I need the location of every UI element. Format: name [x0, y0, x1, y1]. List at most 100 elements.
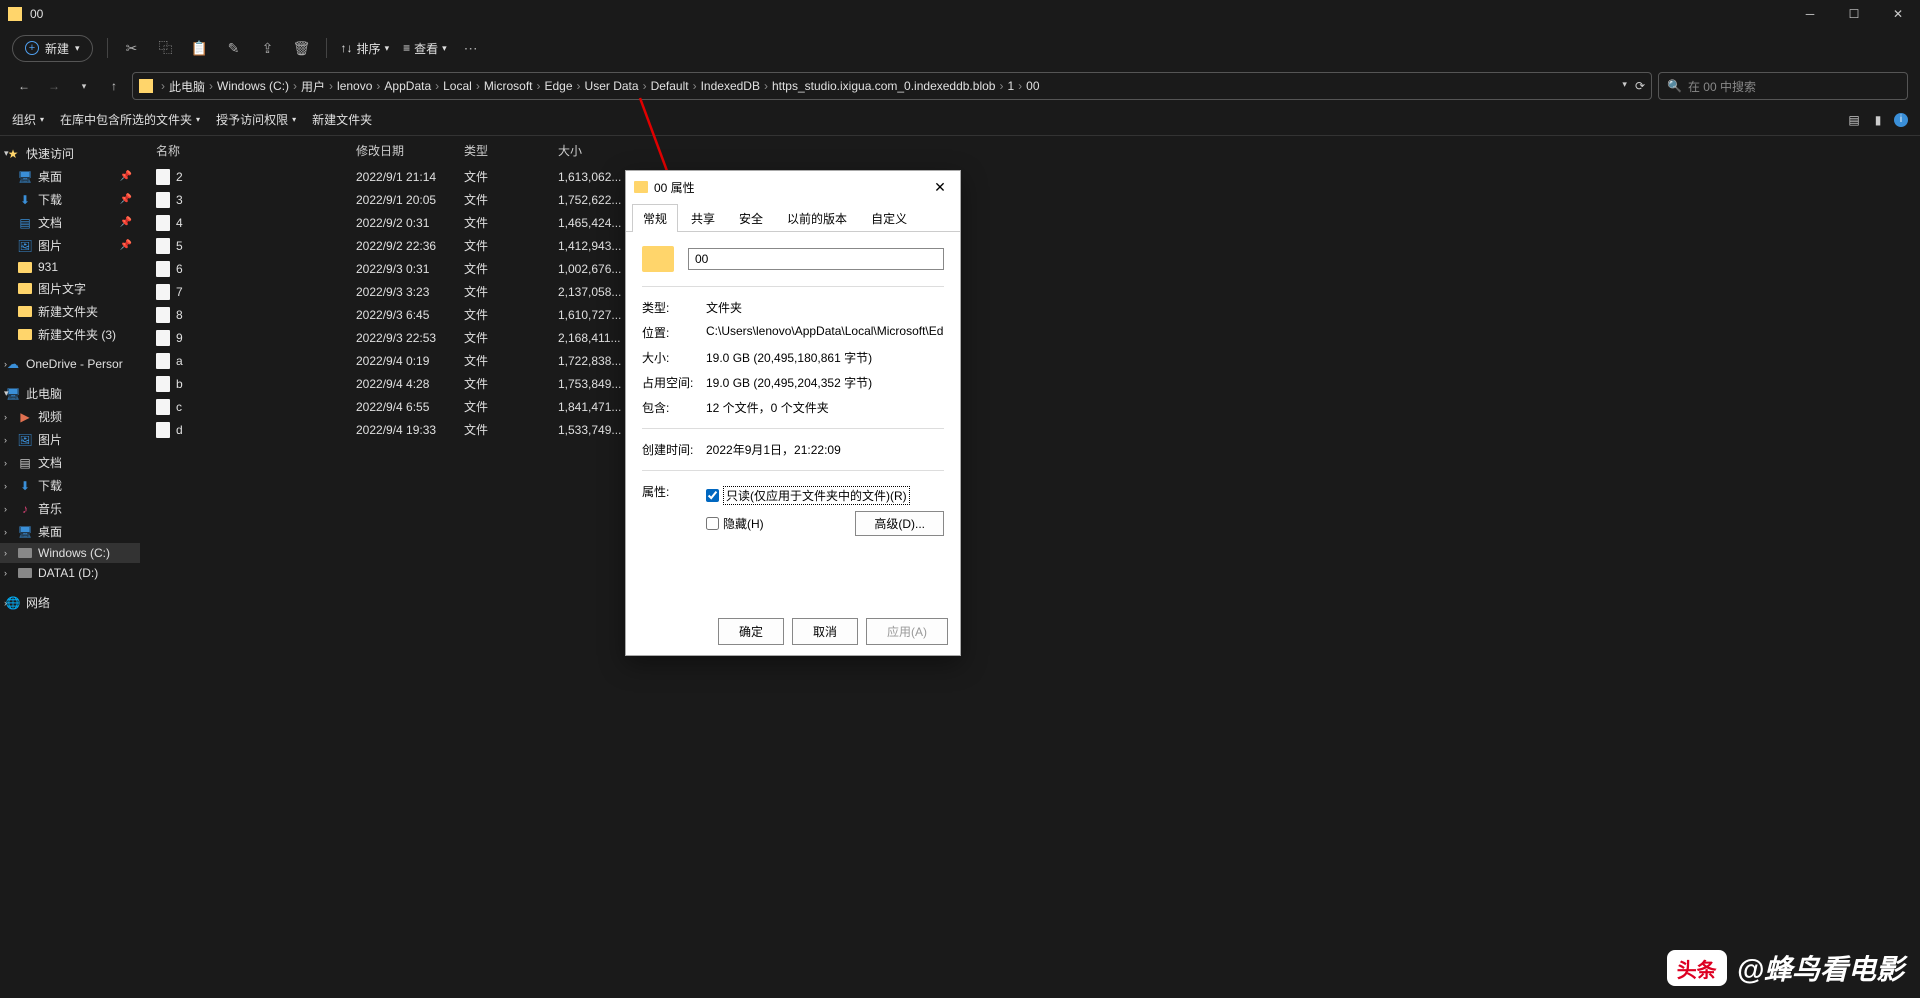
up-button[interactable]: ↑: [102, 74, 126, 98]
tab-security[interactable]: 安全: [728, 204, 774, 232]
tab-share[interactable]: 共享: [680, 204, 726, 232]
rename-icon[interactable]: ✎: [224, 38, 244, 58]
hidden-label: 隐藏(H): [723, 515, 764, 532]
breadcrumb-item[interactable]: Default: [651, 79, 689, 93]
breadcrumb-item[interactable]: 用户: [301, 78, 325, 95]
forward-button[interactable]: →: [42, 74, 66, 98]
sidebar-item-desktop[interactable]: 🖥桌面📌: [0, 165, 140, 188]
sidebar-item-network[interactable]: › 🌐 网络: [0, 591, 140, 614]
maximize-button[interactable]: ☐: [1832, 0, 1876, 28]
breadcrumb-item[interactable]: Edge: [545, 79, 573, 93]
breadcrumb-item[interactable]: AppData: [384, 79, 431, 93]
delete-icon[interactable]: 🗑: [292, 38, 312, 58]
sidebar-item-pics2[interactable]: ›🖼图片: [0, 428, 140, 451]
file-row[interactable]: d2022/9/4 19:33文件1,533,749...: [140, 418, 1920, 441]
preview-icon[interactable]: ▮: [1870, 112, 1886, 128]
col-date[interactable]: 修改日期: [356, 142, 464, 159]
sidebar-item-music[interactable]: ›♪音乐: [0, 497, 140, 520]
file-row[interactable]: 42022/9/2 0:31文件1,465,424...: [140, 211, 1920, 234]
layout-icon[interactable]: ▤: [1846, 112, 1862, 128]
sidebar-item-docs2[interactable]: ›▤文档: [0, 451, 140, 474]
more-icon[interactable]: ⋯: [461, 38, 481, 58]
close-button[interactable]: ✕: [1876, 0, 1920, 28]
chevron-down-icon[interactable]: ▾: [1622, 79, 1627, 93]
include-lib-button[interactable]: 在库中包含所选的文件夹 ▾: [60, 111, 200, 128]
col-type[interactable]: 类型: [464, 142, 558, 159]
file-row[interactable]: c2022/9/4 6:55文件1,841,471...: [140, 395, 1920, 418]
sidebar-item-931[interactable]: 931: [0, 257, 140, 277]
info-icon[interactable]: i: [1894, 113, 1908, 127]
ok-button[interactable]: 确定: [718, 618, 784, 645]
sidebar-item-thispc[interactable]: ▾ 🖥 此电脑: [0, 382, 140, 405]
file-type: 文件: [464, 398, 558, 415]
sort-button[interactable]: ↑↓ 排序 ▾: [341, 40, 390, 57]
new-folder-button[interactable]: 新建文件夹: [312, 111, 372, 128]
apply-button[interactable]: 应用(A): [866, 618, 948, 645]
sidebar-item-data1-d[interactable]: ›DATA1 (D:): [0, 563, 140, 583]
col-name[interactable]: 名称: [156, 142, 356, 159]
advanced-button[interactable]: 高级(D)...: [855, 511, 944, 536]
file-row[interactable]: 62022/9/3 0:31文件1,002,676...: [140, 257, 1920, 280]
search-input[interactable]: 🔍 在 00 中搜索: [1658, 72, 1908, 100]
paste-icon[interactable]: 📋: [190, 38, 210, 58]
file-list-header[interactable]: 名称 修改日期 类型 大小: [140, 136, 1920, 165]
tab-general[interactable]: 常规: [632, 204, 678, 232]
recent-button[interactable]: ▾: [72, 74, 96, 98]
breadcrumb-item[interactable]: lenovo: [337, 79, 372, 93]
breadcrumb-item[interactable]: IndexedDB: [701, 79, 760, 93]
col-size[interactable]: 大小: [558, 142, 648, 159]
file-row[interactable]: a2022/9/4 0:19文件1,722,838...: [140, 349, 1920, 372]
refresh-icon[interactable]: ⟳: [1635, 79, 1645, 93]
breadcrumb-item[interactable]: https_studio.ixigua.com_0.indexeddb.blob: [772, 79, 996, 93]
hidden-checkbox[interactable]: [706, 517, 719, 530]
sidebar-item-quickaccess[interactable]: ▾ ★ 快速访问: [0, 142, 140, 165]
breadcrumb-item[interactable]: 此电脑: [169, 78, 205, 95]
sidebar-label: 下载: [38, 191, 114, 208]
sidebar-item-newfolder3[interactable]: 新建文件夹 (3): [0, 323, 140, 346]
sidebar-item-onedrive[interactable]: › ☁ OneDrive - Persor: [0, 354, 140, 374]
sort-label: 排序: [357, 40, 381, 57]
file-row[interactable]: 22022/9/1 21:14文件1,613,062...: [140, 165, 1920, 188]
file-row[interactable]: 92022/9/3 22:53文件2,168,411...: [140, 326, 1920, 349]
organize-button[interactable]: 组织 ▾: [12, 111, 44, 128]
sidebar-item-desktop2[interactable]: ›🖥桌面: [0, 520, 140, 543]
file-row[interactable]: 32022/9/1 20:05文件1,752,622...: [140, 188, 1920, 211]
file-row[interactable]: 82022/9/3 6:45文件1,610,727...: [140, 303, 1920, 326]
breadcrumb-item[interactable]: Microsoft: [484, 79, 533, 93]
tab-previous[interactable]: 以前的版本: [776, 204, 858, 232]
file-type: 文件: [464, 260, 558, 277]
sidebar-item-pictext[interactable]: 图片文字: [0, 277, 140, 300]
sidebar-item-videos[interactable]: ›▶视频: [0, 405, 140, 428]
close-button[interactable]: ✕: [928, 175, 952, 199]
sidebar-item-pics[interactable]: 🖼图片📌: [0, 234, 140, 257]
grant-label: 授予访问权限: [216, 111, 288, 128]
breadcrumb-item[interactable]: User Data: [585, 79, 639, 93]
copy-icon[interactable]: ⿻: [156, 38, 176, 58]
sidebar-item-downloads[interactable]: ⬇下载📌: [0, 188, 140, 211]
file-row[interactable]: 52022/9/2 22:36文件1,412,943...: [140, 234, 1920, 257]
sidebar-item-newfolder[interactable]: 新建文件夹: [0, 300, 140, 323]
breadcrumb-item[interactable]: 00: [1026, 79, 1039, 93]
folder-name-input[interactable]: [688, 248, 944, 270]
tab-custom[interactable]: 自定义: [860, 204, 918, 232]
file-type: 文件: [464, 214, 558, 231]
sidebar-item-windows-c[interactable]: ›Windows (C:): [0, 543, 140, 563]
share-icon[interactable]: ⇪: [258, 38, 278, 58]
file-row[interactable]: b2022/9/4 4:28文件1,753,849...: [140, 372, 1920, 395]
breadcrumb[interactable]: › 此电脑›Windows (C:)›用户›lenovo›AppData›Loc…: [132, 72, 1652, 100]
back-button[interactable]: ←: [12, 74, 36, 98]
cancel-button[interactable]: 取消: [792, 618, 858, 645]
sidebar-item-downloads2[interactable]: ›⬇下载: [0, 474, 140, 497]
breadcrumb-item[interactable]: 1: [1007, 79, 1014, 93]
new-button[interactable]: + 新建 ▾: [12, 35, 93, 62]
dialog-titlebar[interactable]: 00 属性 ✕: [626, 171, 960, 203]
minimize-button[interactable]: ─: [1788, 0, 1832, 28]
grant-access-button[interactable]: 授予访问权限 ▾: [216, 111, 296, 128]
sidebar-item-docs[interactable]: ▤文档📌: [0, 211, 140, 234]
breadcrumb-item[interactable]: Local: [443, 79, 472, 93]
cut-icon[interactable]: ✂: [122, 38, 142, 58]
view-button[interactable]: ≡ 查看 ▾: [403, 40, 447, 57]
file-row[interactable]: 72022/9/3 3:23文件2,137,058...: [140, 280, 1920, 303]
breadcrumb-item[interactable]: Windows (C:): [217, 79, 289, 93]
readonly-checkbox[interactable]: [706, 489, 719, 502]
